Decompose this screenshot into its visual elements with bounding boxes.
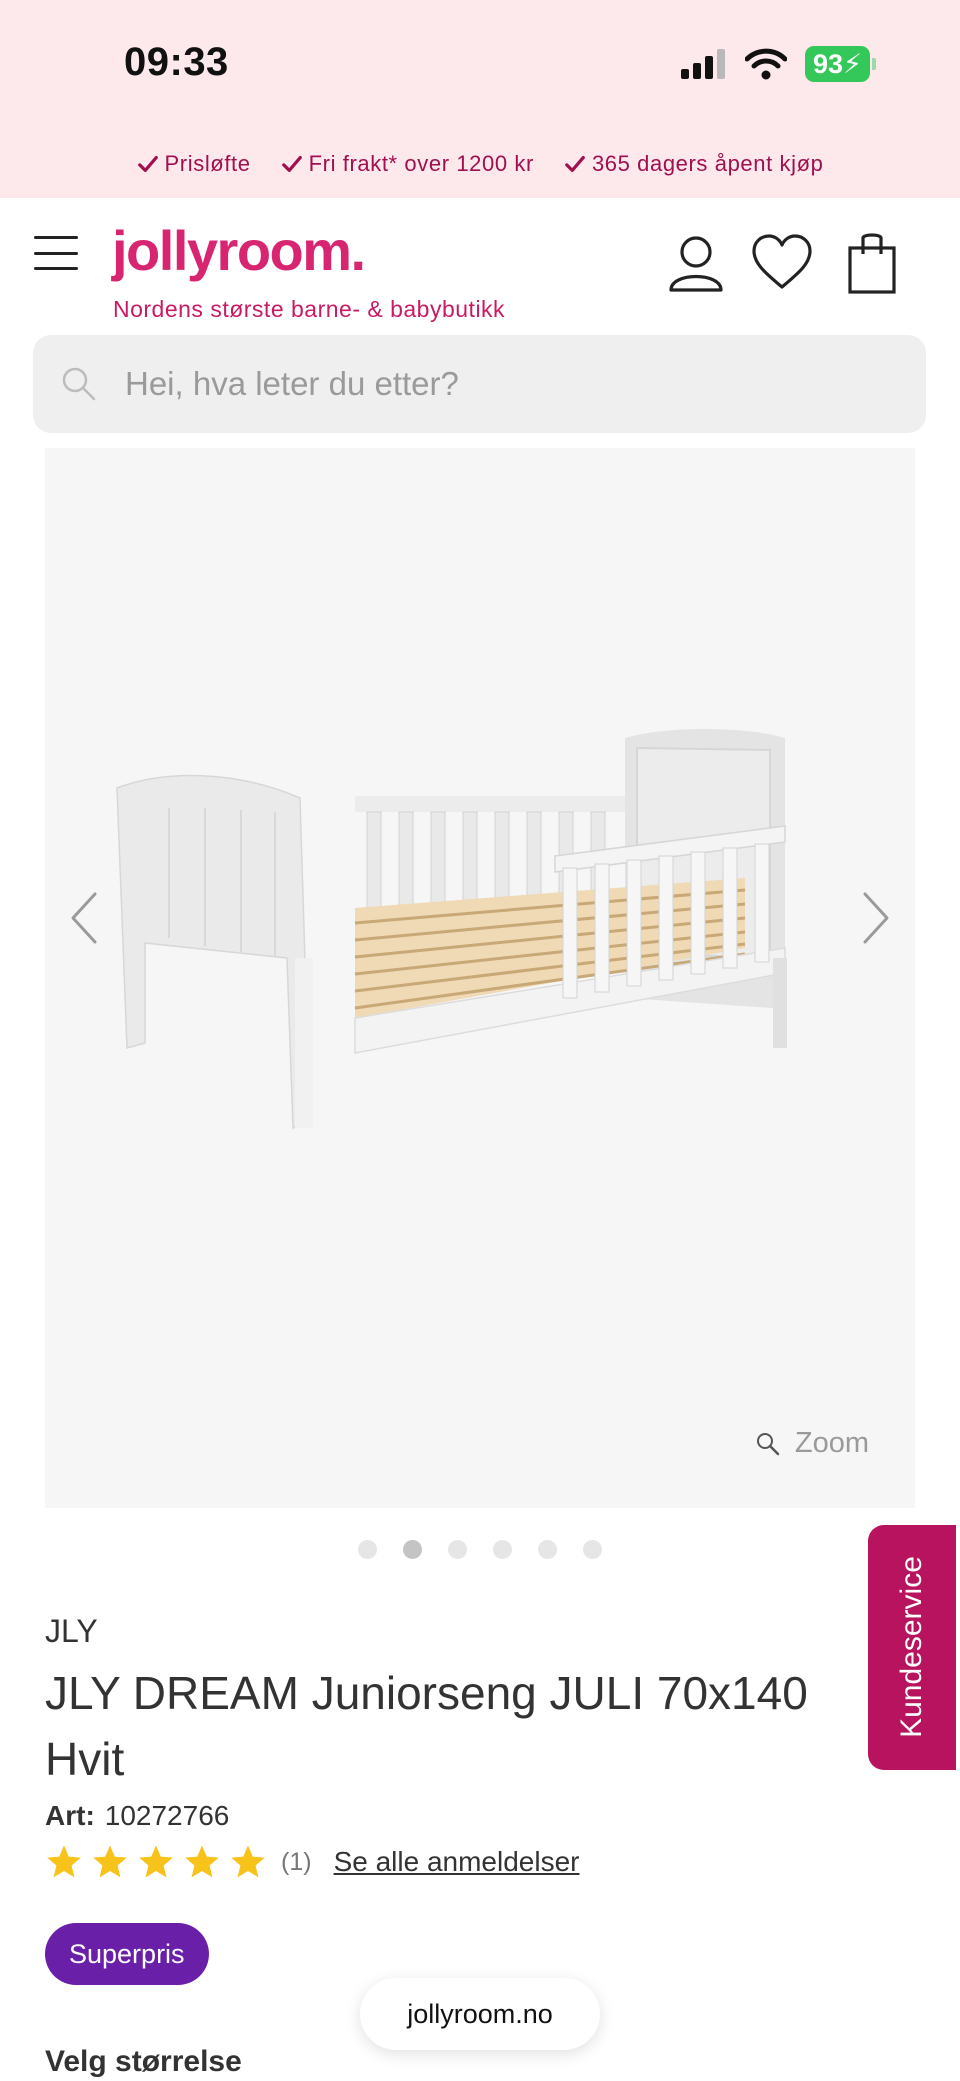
search-icon (62, 367, 96, 401)
checkmark-icon (137, 155, 158, 173)
account-icon[interactable] (666, 232, 726, 294)
gallery-dot[interactable] (358, 1540, 377, 1559)
size-select-heading: Velg størrelse (45, 2045, 242, 2078)
gallery-dot[interactable] (538, 1540, 557, 1559)
usp-label: Prisløfte (164, 151, 251, 176)
usp-label: 365 dagers åpent kjøp (591, 151, 824, 176)
site-logo[interactable]: jollyroom. (112, 218, 366, 283)
product-brand[interactable]: JLY (45, 1613, 98, 1650)
article-number-label: Art: (45, 1800, 95, 1831)
charging-bolt-icon: ⚡ (843, 49, 862, 79)
gallery-pagination (0, 1540, 960, 1559)
star-icon (231, 1845, 265, 1878)
usp-item: Fri frakt* over 1200 kr (281, 151, 534, 177)
superpris-badge: Superpris (45, 1923, 209, 1985)
star-icon (185, 1845, 219, 1878)
product-title: JLY DREAM Juniorseng JULI 70x140 Hvit (45, 1667, 808, 1785)
usp-label: Fri frakt* over 1200 kr (308, 151, 534, 176)
battery-level: 93 (812, 49, 844, 79)
product-gallery[interactable]: Zoom (45, 448, 915, 1508)
article-number-value: 10272766 (104, 1800, 230, 1831)
checkmark-icon (565, 155, 585, 173)
gallery-next-arrow-icon[interactable] (855, 888, 895, 948)
search-bar[interactable] (33, 335, 926, 433)
zoom-button[interactable]: Zoom (755, 1427, 869, 1460)
star-icon (93, 1845, 127, 1878)
site-header: jollyroom. Nordens største barne- & baby… (0, 198, 960, 328)
magnifier-icon (756, 1432, 780, 1455)
gallery-dot[interactable] (448, 1540, 467, 1559)
heart-icon[interactable] (752, 232, 812, 294)
browser-url-pill[interactable]: jollyroom.no (360, 1978, 600, 2050)
gallery-prev-arrow-icon[interactable] (65, 888, 105, 948)
star-icon (139, 1845, 173, 1878)
see-all-reviews-link[interactable]: Se alle anmeldelser (334, 1846, 580, 1878)
product-rating: (1) Se alle anmeldelser (45, 1843, 579, 1881)
usp-item: 365 dagers åpent kjøp (564, 151, 824, 177)
gallery-dot[interactable] (493, 1540, 512, 1559)
usp-item: Prisløfte (137, 151, 251, 177)
usp-bar: Prisløfte Fri frakt* over 1200 kr 365 da… (0, 130, 960, 198)
cellular-signal-icon (680, 49, 725, 79)
status-bar: 09:33 93⚡ (0, 0, 960, 130)
customer-service-button[interactable]: Kundeservice (868, 1525, 956, 1770)
search-input[interactable] (125, 365, 885, 403)
star-icon (47, 1845, 81, 1878)
gallery-dot[interactable] (583, 1540, 602, 1559)
zoom-label: Zoom (794, 1427, 869, 1459)
hamburger-menu-icon[interactable] (34, 236, 78, 270)
review-count: (1) (281, 1847, 312, 1876)
wifi-icon (744, 48, 787, 80)
battery-indicator: 93⚡ (804, 46, 876, 82)
status-time: 09:33 (124, 40, 229, 84)
product-image[interactable] (105, 708, 825, 1158)
status-icons: 93⚡ (680, 46, 876, 82)
gallery-dot-active[interactable] (403, 1540, 422, 1559)
shopping-bag-icon[interactable] (842, 232, 902, 294)
article-number: Art: 10272766 (45, 1800, 229, 1832)
checkmark-icon (281, 155, 302, 173)
site-tagline: Nordens største barne- & babybutikk (113, 296, 506, 322)
customer-service-label: Kundeservice (895, 1556, 928, 1738)
